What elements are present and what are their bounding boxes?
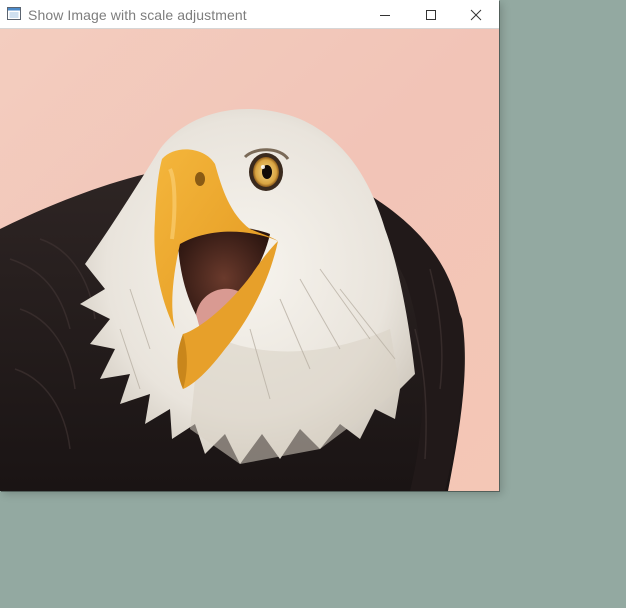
maximize-button[interactable] [408,0,454,29]
desktop-background: Show Image with scale adjustment [0,0,626,608]
eagle-image [0,29,499,491]
maximize-icon [426,9,436,20]
app-window-icon [7,7,21,20]
title-bar[interactable]: Show Image with scale adjustment [0,0,499,29]
close-icon [470,9,482,20]
close-button[interactable] [453,0,499,29]
minimize-button[interactable] [362,0,408,29]
image-window[interactable]: Show Image with scale adjustment [0,0,499,491]
window-title: Show Image with scale adjustment [28,7,247,23]
image-canvas [0,29,499,491]
minimize-icon [380,14,390,16]
